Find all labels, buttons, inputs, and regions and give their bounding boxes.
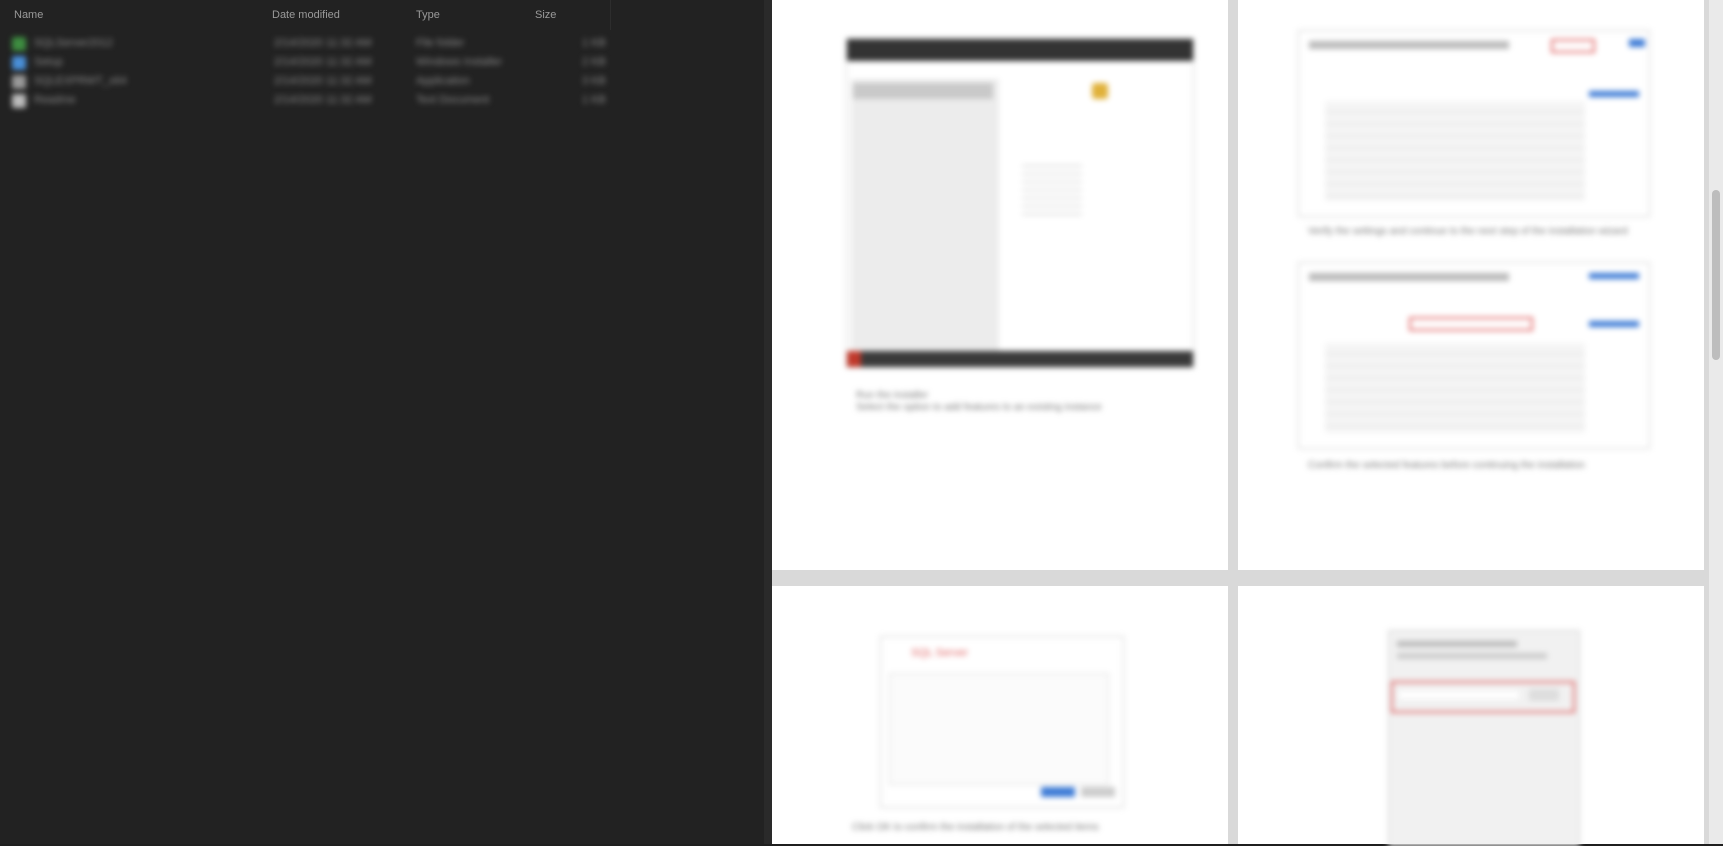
page2-note-1: Verify the settings and continue to the … (1308, 226, 1628, 237)
file-type: Text Document (416, 94, 490, 106)
screenshot-confirm-dialog: SQL Server (880, 636, 1124, 808)
column-header-date-modified[interactable]: Date modified (272, 9, 340, 21)
column-header-type[interactable]: Type (416, 9, 440, 21)
document-page-3[interactable]: SQL Server Click OK to confirm the insta… (772, 586, 1228, 844)
screenshot-path-field (1388, 630, 1580, 846)
installer-icon (12, 56, 26, 70)
column-header-size[interactable]: Size (535, 9, 556, 21)
file-name: SQLEXPRWT_x64 (34, 75, 127, 87)
screenshot-feature-selection (1298, 262, 1650, 449)
file-size: 3 KB (582, 75, 606, 87)
document-page-1[interactable]: Run the installer Select the option to a… (772, 0, 1228, 570)
page3-caption: Click OK to confirm the installation of … (852, 822, 1099, 833)
document-page-2[interactable]: Verify the settings and continue to the … (1238, 0, 1704, 570)
file-type: Windows Installer (416, 56, 503, 68)
file-type: File folder (416, 37, 465, 49)
dialog-title: SQL Server (911, 647, 969, 659)
column-header-name[interactable]: Name (14, 9, 43, 21)
text-file-icon (12, 94, 26, 108)
page2-note-2: Confirm the selected features before con… (1308, 460, 1585, 471)
screenshot-installer-window (846, 38, 1194, 368)
scrollbar-thumb[interactable] (1712, 190, 1720, 360)
column-separator (610, 0, 611, 30)
file-name: Setup (34, 56, 63, 68)
file-row[interactable]: SQLServer2012 2/14/2020 11:32 AM File fo… (12, 34, 612, 54)
file-date: 2/14/2020 11:32 AM (274, 37, 372, 49)
folder-icon (12, 37, 26, 51)
folder-icon (1092, 83, 1108, 99)
file-explorer-pane: Name Date modified Type Size SQLServer20… (0, 0, 764, 844)
file-row[interactable]: SQLEXPRWT_x64 2/14/2020 11:32 AM Applica… (12, 72, 612, 92)
screenshot-setup-options (1298, 30, 1650, 217)
file-size: 1 KB (582, 37, 606, 49)
file-name: SQLServer2012 (34, 37, 113, 49)
document-viewer[interactable]: Run the installer Select the option to a… (772, 0, 1723, 846)
file-size: 2 KB (582, 56, 606, 68)
pane-splitter[interactable] (764, 0, 772, 844)
file-row[interactable]: Readme 2/14/2020 11:32 AM Text Document … (12, 91, 612, 111)
page1-caption-text: Select the option to add features to an … (856, 402, 1102, 413)
file-name: Readme (34, 94, 76, 106)
file-date: 2/14/2020 11:32 AM (274, 75, 372, 87)
viewer-scrollbar[interactable] (1709, 0, 1723, 844)
application-icon (12, 75, 26, 89)
file-date: 2/14/2020 11:32 AM (274, 94, 372, 106)
file-type: Application (416, 75, 470, 87)
file-size: 1 KB (582, 94, 606, 106)
page1-caption-title: Run the installer (856, 390, 929, 401)
file-date: 2/14/2020 11:32 AM (274, 56, 372, 68)
file-row[interactable]: Setup 2/14/2020 11:32 AM Windows Install… (12, 53, 612, 73)
document-page-4[interactable] (1238, 586, 1704, 846)
